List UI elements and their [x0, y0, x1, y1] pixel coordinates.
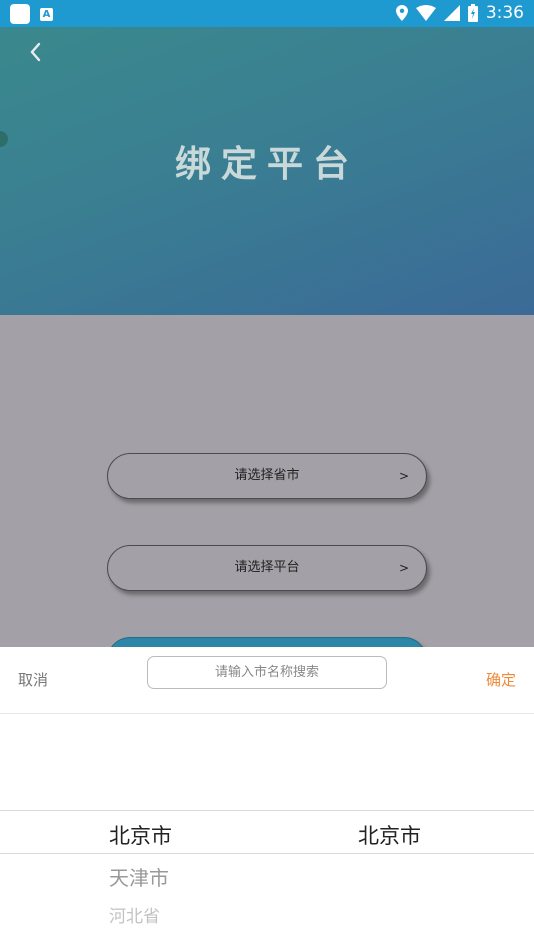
confirm-button[interactable]: 确定	[486, 669, 516, 690]
clock: 3:36	[485, 3, 524, 23]
keyboard-a-icon: A	[40, 7, 53, 21]
province-wheel-item-selected[interactable]: 北京市	[109, 820, 172, 850]
platform-select-button[interactable]: 请选择平台 >	[107, 545, 427, 591]
city-search-input[interactable]	[147, 656, 387, 689]
selection-line-bottom	[0, 853, 534, 854]
cancel-button[interactable]: 取消	[18, 669, 48, 690]
location-icon	[395, 5, 408, 21]
battery-icon	[467, 4, 478, 22]
province-select-button[interactable]: 请选择省市 >	[107, 453, 427, 499]
platform-select-label: 请选择平台	[234, 560, 300, 575]
status-bar: A 3:36	[0, 0, 534, 27]
chevron-right-icon: >	[398, 469, 409, 483]
page-title: 绑定平台	[174, 144, 359, 185]
province-wheel-item[interactable]: 河北省	[109, 902, 160, 927]
wifi-icon	[415, 5, 436, 21]
chevron-right-icon: >	[398, 561, 409, 575]
province-wheel-item[interactable]: 天津市	[109, 862, 169, 891]
city-picker-sheet: 取消 确定 北京市 天津市 河北省 北京市	[0, 647, 534, 950]
city-wheel-item-selected[interactable]: 北京市	[358, 820, 421, 850]
province-select-label: 请选择省市	[234, 468, 300, 483]
notification-icon	[10, 4, 30, 24]
back-arrow-icon[interactable]	[24, 38, 48, 66]
cell-signal-icon	[443, 5, 460, 21]
divider	[0, 713, 534, 714]
selection-line-top	[0, 810, 534, 811]
